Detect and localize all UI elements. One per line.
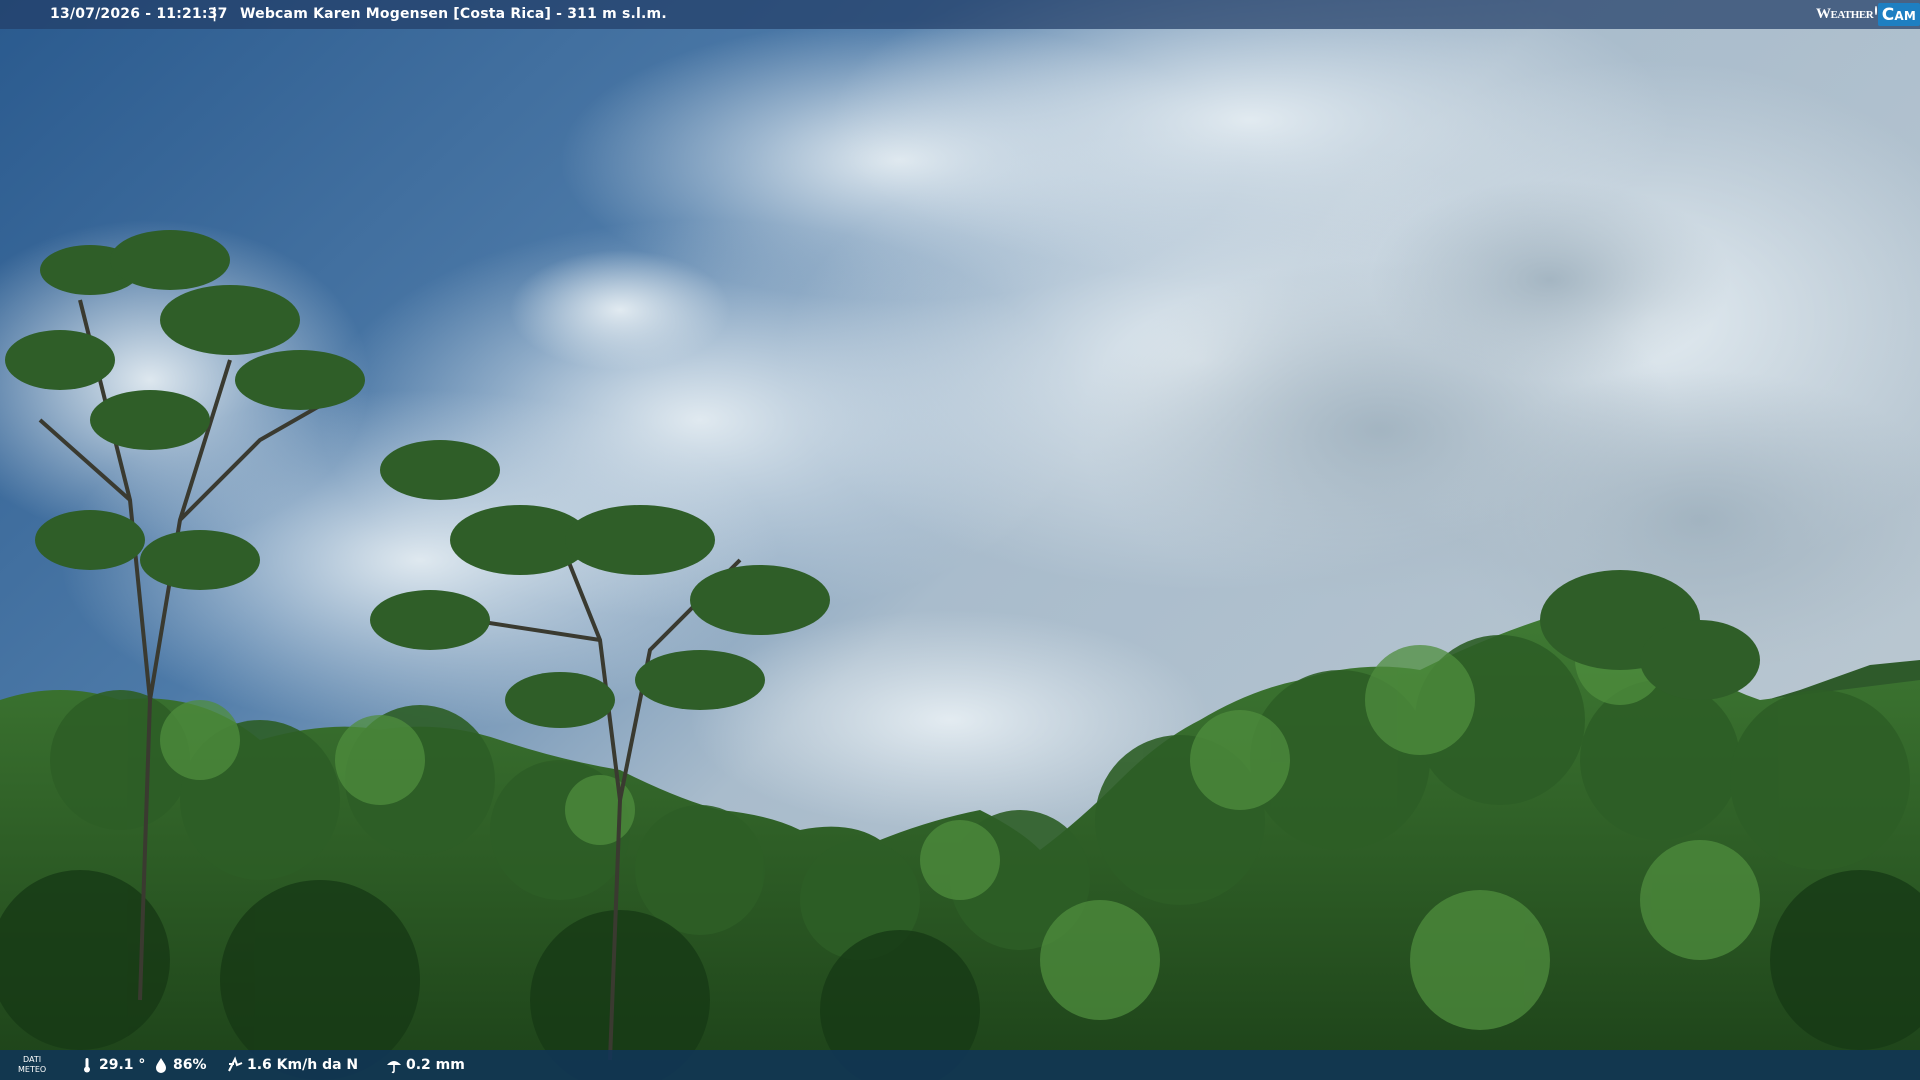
weathercam-logo[interactable]: Weather Cam — [1816, 0, 1920, 29]
wind-value: 1.6 Km/h da N — [247, 1057, 359, 1073]
logo-cam: Cam — [1877, 3, 1920, 26]
humidity-reading: 86% — [152, 1056, 207, 1074]
capture-datetime: 13/07/2026 - 11:21:37 — [50, 6, 228, 22]
webcam-image — [0, 0, 1920, 1080]
wind-reading: 1.6 Km/h da N — [226, 1056, 358, 1074]
humidity-value: 86% — [173, 1057, 207, 1073]
logo-word: Weather — [1816, 6, 1874, 22]
weather-label-line2: METEO — [18, 1065, 47, 1074]
thermometer-icon — [84, 1058, 90, 1073]
wind-icon — [228, 1056, 243, 1072]
drop-icon — [156, 1058, 166, 1073]
temperature-reading: 29.1 ° — [78, 1056, 145, 1074]
top-info-bar: 13/07/2026 - 11:21:37 | Webcam Karen Mog… — [0, 0, 1920, 29]
logo-dot-icon — [1875, 6, 1877, 15]
camera-title: Webcam Karen Mogensen [Costa Rica] - 311… — [240, 6, 667, 22]
header-separator: | — [212, 6, 218, 22]
rain-icon — [387, 1061, 401, 1074]
weather-label-line1: DATI — [23, 1055, 42, 1064]
weather-data-bar: DATI METEO 29.1 ° 86% 1.6 Km/h da N 0.2 … — [0, 1050, 1920, 1080]
weather-label: DATI METEO — [18, 1055, 46, 1075]
rain-value: 0.2 mm — [406, 1057, 465, 1073]
temperature-value: 29.1 ° — [99, 1057, 146, 1073]
rain-reading: 0.2 mm — [385, 1056, 465, 1074]
